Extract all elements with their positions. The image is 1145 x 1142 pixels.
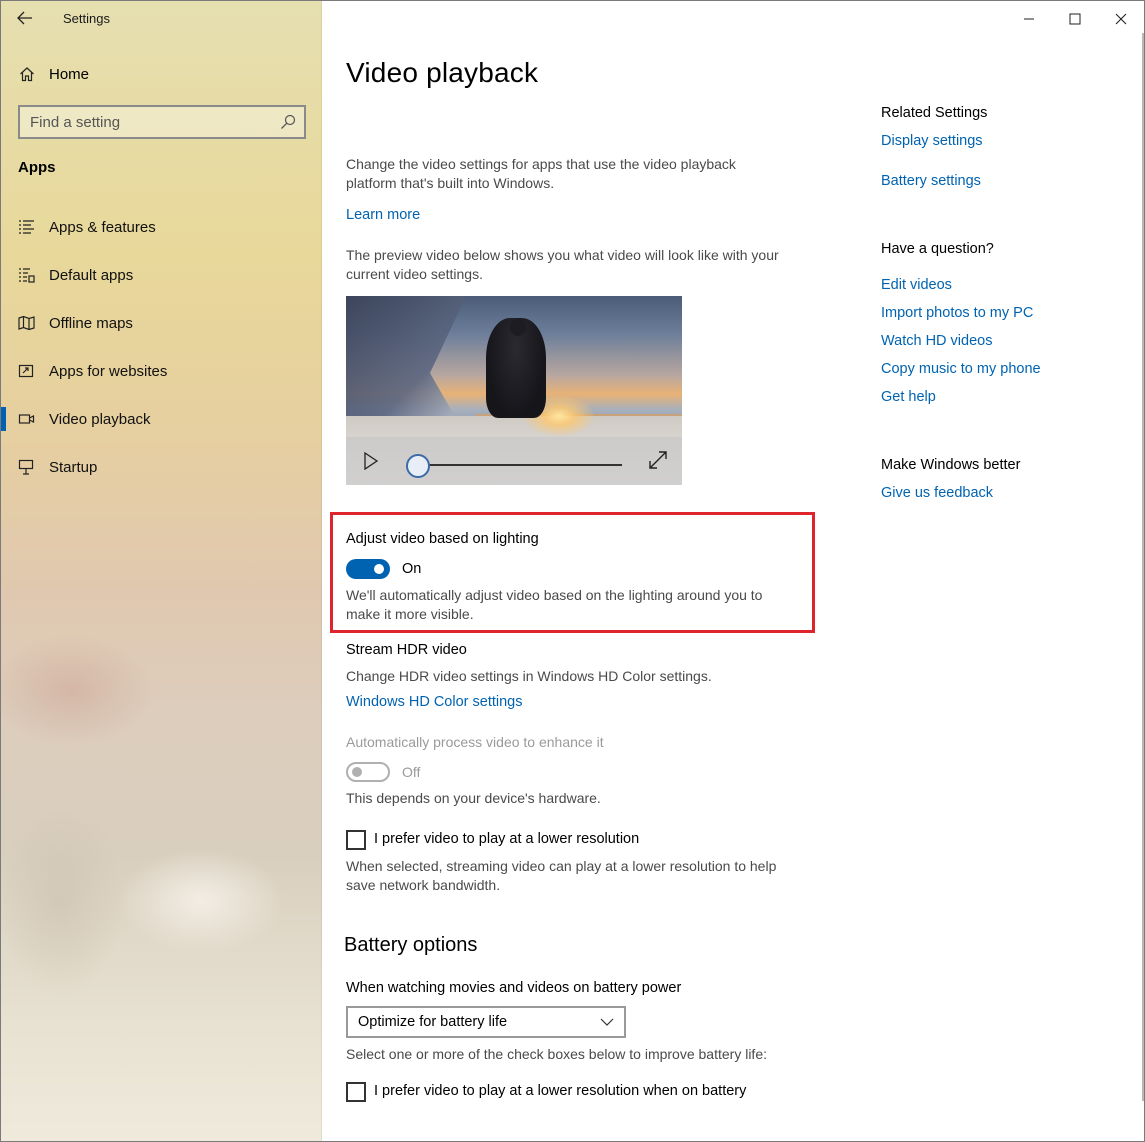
battery-options-heading: Battery options <box>344 934 478 956</box>
sidebar-section-apps: Apps <box>18 159 56 176</box>
search-icon[interactable] <box>280 114 296 130</box>
make-windows-better-heading: Make Windows better <box>881 457 1021 473</box>
back-arrow-icon <box>17 11 32 25</box>
toggle-knob <box>352 767 362 777</box>
home-icon <box>20 67 34 82</box>
battery-power-label: When watching movies and videos on batte… <box>346 980 682 996</box>
lower-resolution-label[interactable]: I prefer video to play at a lower resolu… <box>374 831 639 847</box>
active-indicator <box>1 407 6 431</box>
apps-features-icon <box>19 220 34 234</box>
import-photos-link[interactable]: Import photos to my PC <box>881 305 1033 321</box>
display-settings-link[interactable]: Display settings <box>881 133 983 149</box>
video-seek-track[interactable] <box>418 464 622 466</box>
sidebar-home-label: Home <box>49 65 90 83</box>
sidebar-item-home[interactable]: Home <box>1 59 321 89</box>
battery-lower-resolution-label[interactable]: I prefer video to play at a lower resolu… <box>374 1083 746 1099</box>
auto-process-state: Off <box>402 764 421 780</box>
video-controls <box>346 437 682 485</box>
hdr-description: Change HDR video settings in Windows HD … <box>346 668 712 684</box>
battery-hint: Select one or more of the check boxes be… <box>346 1046 767 1062</box>
minimize-button[interactable] <box>1006 5 1052 33</box>
sidebar-item-startup[interactable]: Startup <box>1 449 321 485</box>
maximize-icon <box>1069 13 1081 25</box>
battery-dropdown[interactable]: Optimize for battery life <box>346 1006 626 1038</box>
lower-resolution-checkbox[interactable] <box>346 830 366 850</box>
maximize-button[interactable] <box>1052 5 1098 33</box>
close-icon <box>1115 13 1127 25</box>
battery-lower-resolution-checkbox[interactable] <box>346 1082 366 1102</box>
adjust-lighting-label: Adjust video based on lighting <box>346 531 539 547</box>
adjust-lighting-toggle[interactable] <box>346 559 390 579</box>
auto-process-description: This depends on your device's hardware. <box>346 790 601 806</box>
sidebar-item-default-apps[interactable]: Default apps <box>1 257 321 293</box>
preview-text: The preview video below shows you what v… <box>346 247 779 282</box>
sidebar-item-label: Apps & features <box>49 218 156 236</box>
preview-video[interactable] <box>346 296 682 485</box>
app-title: Settings <box>63 11 110 26</box>
sidebar-item-offline-maps[interactable]: Offline maps <box>1 305 321 341</box>
toggle-knob <box>374 564 384 574</box>
default-apps-icon <box>19 268 35 283</box>
close-button[interactable] <box>1098 5 1144 33</box>
have-question-heading: Have a question? <box>881 241 994 257</box>
video-frame-ship <box>346 296 466 436</box>
sidebar-item-label: Apps for websites <box>49 362 168 380</box>
search-field[interactable] <box>18 105 306 139</box>
sidebar-item-apps-features[interactable]: Apps & features <box>1 209 321 245</box>
adjust-lighting-state: On <box>402 561 422 577</box>
sidebar-item-label: Startup <box>49 458 98 476</box>
copy-music-link[interactable]: Copy music to my phone <box>881 361 1041 377</box>
sidebar-item-video-playback[interactable]: Video playback <box>1 401 321 437</box>
intro-text: Change the video settings for apps that … <box>346 156 736 191</box>
fullscreen-icon[interactable] <box>646 448 670 472</box>
offline-maps-icon <box>18 315 35 331</box>
hd-color-settings-link[interactable]: Windows HD Color settings <box>346 694 522 710</box>
play-icon[interactable] <box>362 451 380 471</box>
sidebar-item-label: Default apps <box>49 266 134 284</box>
watch-hd-videos-link[interactable]: Watch HD videos <box>881 333 992 349</box>
hdr-label: Stream HDR video <box>346 642 467 658</box>
sidebar: Settings Home Apps Apps & features <box>1 1 322 1141</box>
related-settings-heading: Related Settings <box>881 105 988 121</box>
video-icon <box>18 414 35 424</box>
search-input[interactable] <box>20 113 270 131</box>
video-frame-head <box>510 318 526 336</box>
auto-process-label: Automatically process video to enhance i… <box>346 734 604 750</box>
auto-process-toggle[interactable] <box>346 762 390 782</box>
sidebar-item-label: Offline maps <box>49 314 133 332</box>
main-content: Video playback Change the video settings… <box>322 1 1144 1141</box>
sidebar-item-label: Video playback <box>49 410 151 428</box>
get-help-link[interactable]: Get help <box>881 389 936 405</box>
apps-websites-icon <box>18 364 34 378</box>
give-feedback-link[interactable]: Give us feedback <box>881 485 993 501</box>
settings-window: Settings Home Apps Apps & features <box>0 0 1145 1142</box>
battery-dropdown-value: Optimize for battery life <box>358 1014 508 1030</box>
adjust-lighting-description: We'll automatically adjust video based o… <box>346 587 763 622</box>
sidebar-item-apps-websites[interactable]: Apps for websites <box>1 353 321 389</box>
chevron-down-icon <box>600 1018 614 1026</box>
edit-videos-link[interactable]: Edit videos <box>881 277 952 293</box>
battery-settings-link[interactable]: Battery settings <box>881 173 981 189</box>
startup-icon <box>18 459 34 475</box>
minimize-icon <box>1024 18 1034 20</box>
lower-resolution-description: When selected, streaming video can play … <box>346 858 777 893</box>
back-button[interactable] <box>13 7 37 29</box>
page-title: Video playback <box>346 57 539 88</box>
learn-more-link[interactable]: Learn more <box>346 207 420 223</box>
video-seek-thumb[interactable] <box>406 454 430 478</box>
